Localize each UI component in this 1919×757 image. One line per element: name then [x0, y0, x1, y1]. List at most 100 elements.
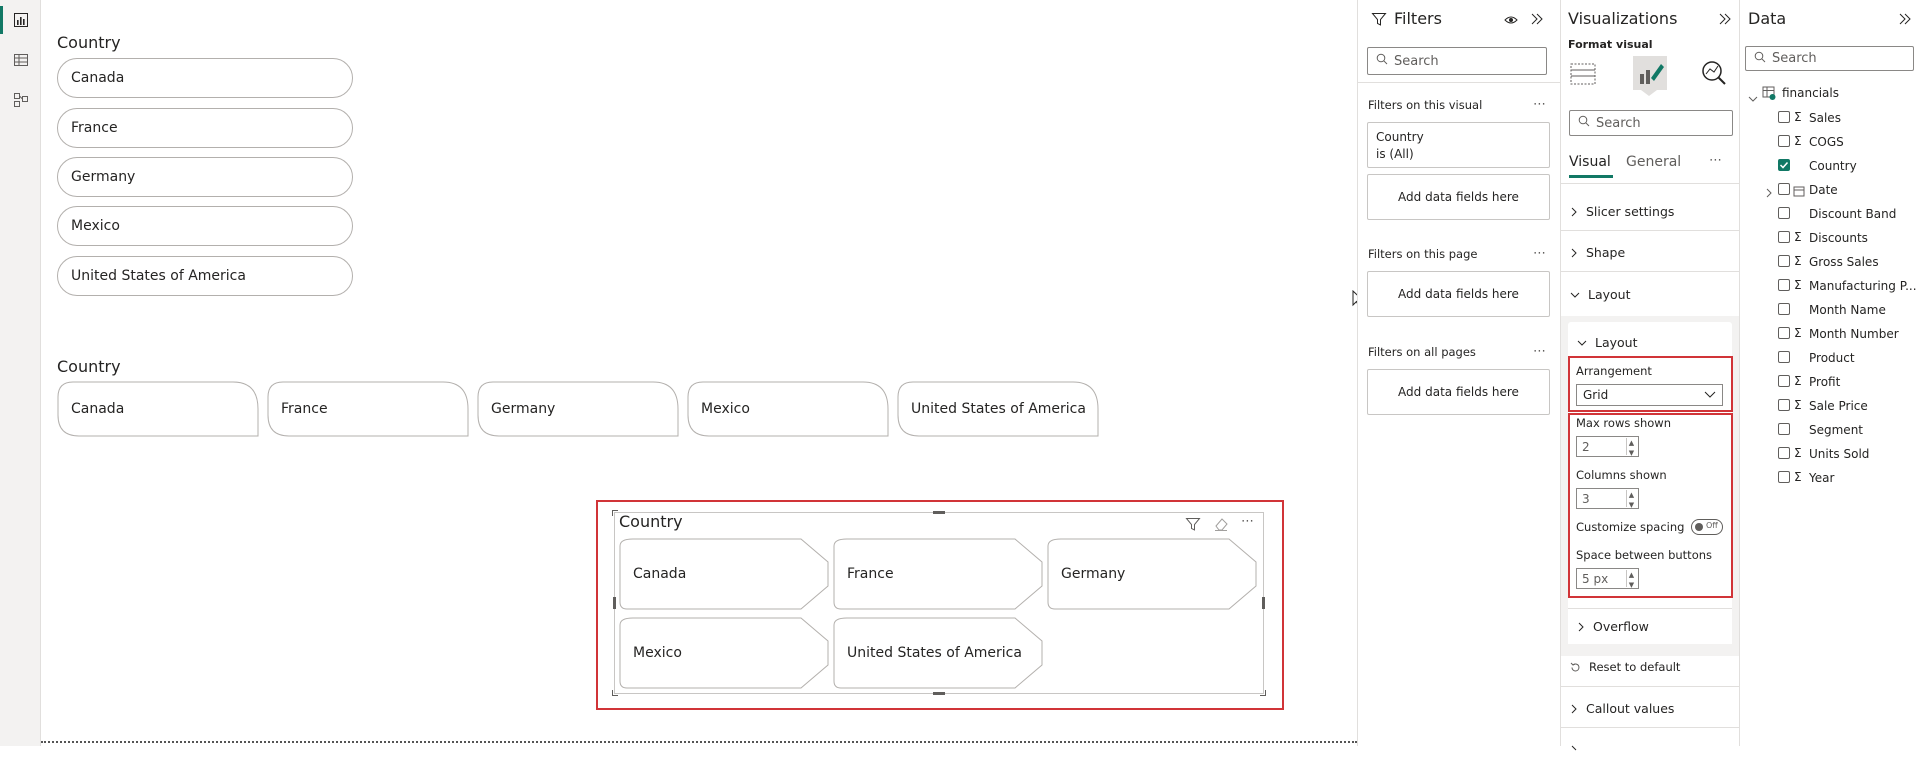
field-name[interactable]: Profit [1809, 375, 1840, 389]
slicer-button[interactable]: France [57, 108, 353, 148]
section-slicer-settings[interactable]: Slicer settings [1570, 204, 1674, 219]
field-name[interactable]: Month Number [1809, 327, 1899, 341]
more-options-icon[interactable]: ⋯ [1533, 97, 1547, 112]
collapse-pane-icon[interactable] [1898, 11, 1912, 30]
slicer-button[interactable]: Canada [57, 381, 259, 437]
max-rows-stepper[interactable]: 2 ▲ ▼ [1576, 436, 1639, 457]
field-checkbox[interactable] [1778, 111, 1790, 123]
tab-visual[interactable]: Visual [1569, 154, 1611, 170]
filters-search-input[interactable]: Search [1367, 47, 1547, 75]
slicer-button[interactable]: Mexico [57, 206, 353, 246]
arrangement-dropdown[interactable]: Grid [1576, 384, 1723, 406]
slicer-button[interactable]: Mexico [619, 617, 829, 689]
slicer-button[interactable]: Mexico [687, 381, 889, 437]
field-checkbox[interactable] [1778, 207, 1790, 219]
format-visual-icon[interactable] [1633, 56, 1667, 90]
model-view-icon[interactable] [0, 82, 41, 118]
columns-shown-stepper[interactable]: 3 ▲ ▼ [1576, 488, 1639, 509]
more-options-icon[interactable]: ⋯ [1533, 246, 1547, 261]
add-data-fields-well[interactable]: Add data fields here [1367, 271, 1550, 317]
resize-handle[interactable] [933, 692, 945, 695]
more-options-icon[interactable]: ⋯ [1533, 344, 1547, 359]
tab-general[interactable]: General [1626, 154, 1681, 170]
section-callout-values[interactable]: Callout values [1570, 701, 1674, 716]
space-between-stepper[interactable]: 5 px ▲ ▼ [1576, 568, 1639, 589]
chevron-right-icon[interactable] [1765, 183, 1773, 202]
stepper-arrows-icon[interactable]: ▲ ▼ [1626, 438, 1636, 457]
more-options-icon[interactable]: ⋯ [1241, 514, 1255, 529]
field-name[interactable]: Discounts [1809, 231, 1868, 245]
field-checkbox[interactable] [1778, 423, 1790, 435]
field-name[interactable]: Country [1809, 159, 1857, 173]
field-checkbox[interactable] [1778, 279, 1790, 291]
field-checkbox[interactable] [1778, 183, 1790, 195]
slicer-button[interactable]: Germany [1047, 538, 1257, 610]
report-view-icon[interactable] [0, 2, 41, 38]
field-name[interactable]: Year [1809, 471, 1834, 485]
field-checkbox[interactable] [1778, 255, 1790, 267]
field-name[interactable]: Gross Sales [1809, 255, 1879, 269]
field-name[interactable]: Manufacturing P... [1809, 279, 1917, 293]
field-checkbox[interactable] [1778, 231, 1790, 243]
slicer-button[interactable]: United States of America [833, 617, 1043, 689]
slicer-button[interactable]: Canada [619, 538, 829, 610]
resize-handle[interactable] [933, 511, 945, 514]
resize-handle[interactable] [612, 690, 618, 696]
analytics-icon[interactable] [1701, 60, 1727, 90]
field-name[interactable]: Sale Price [1809, 399, 1868, 413]
section-label: Layout [1588, 287, 1631, 302]
field-name[interactable]: Segment [1809, 423, 1863, 437]
section-overflow[interactable]: Overflow [1577, 619, 1649, 634]
add-data-fields-well[interactable]: Add data fields here [1367, 369, 1550, 415]
add-data-fields-well[interactable]: Add data fields here [1367, 174, 1550, 220]
field-checkbox[interactable] [1778, 303, 1790, 315]
field-checkbox[interactable] [1778, 135, 1790, 147]
collapse-pane-icon[interactable] [1530, 11, 1544, 30]
visual-filter-card[interactable]: Country is (All) [1367, 122, 1550, 168]
slicer-button[interactable]: Germany [57, 157, 353, 197]
field-name[interactable]: Date [1809, 183, 1838, 197]
field-name[interactable]: Sales [1809, 111, 1841, 125]
stepper-arrows-icon[interactable]: ▲ ▼ [1626, 570, 1636, 589]
data-search-input[interactable]: Search [1745, 46, 1914, 71]
viz-search-input[interactable]: Search [1569, 110, 1733, 136]
eye-icon[interactable] [1504, 12, 1518, 31]
section-layout[interactable]: Layout [1570, 287, 1631, 302]
filter-icon[interactable] [1185, 516, 1201, 536]
more-options-icon[interactable]: ⋯ [1709, 153, 1723, 168]
table-view-icon[interactable] [0, 42, 41, 78]
subsection-layout[interactable]: Layout [1577, 335, 1638, 350]
slicer-button[interactable]: Germany [477, 381, 679, 437]
resize-handle[interactable] [612, 510, 618, 516]
field-checkbox[interactable] [1778, 375, 1790, 387]
field-checkbox[interactable] [1778, 471, 1790, 483]
eraser-icon[interactable] [1213, 516, 1229, 536]
resize-handle[interactable] [613, 597, 616, 609]
field-name[interactable]: Units Sold [1809, 447, 1869, 461]
field-name[interactable]: Discount Band [1809, 207, 1896, 221]
field-checkbox[interactable] [1778, 399, 1790, 411]
field-checkbox[interactable] [1778, 327, 1790, 339]
slicer-button[interactable]: France [267, 381, 469, 437]
table-name[interactable]: financials [1782, 86, 1839, 100]
field-name[interactable]: COGS [1809, 135, 1844, 149]
field-name[interactable]: Product [1809, 351, 1855, 365]
stepper-arrows-icon[interactable]: ▲ ▼ [1626, 490, 1636, 509]
slicer-button[interactable]: France [833, 538, 1043, 610]
chevron-down-icon[interactable] [1748, 88, 1758, 107]
slicer-button[interactable]: United States of America [897, 381, 1099, 437]
resize-handle[interactable] [1260, 690, 1266, 696]
field-checkbox[interactable] [1778, 351, 1790, 363]
slicer-button[interactable]: United States of America [57, 256, 353, 296]
resize-handle[interactable] [1262, 597, 1265, 609]
slicer-button[interactable]: Canada [57, 58, 353, 98]
build-visual-icon[interactable] [1570, 62, 1596, 90]
collapse-pane-icon[interactable] [1718, 11, 1732, 30]
next-section-chevron-icon[interactable] [1570, 738, 1578, 757]
field-name[interactable]: Month Name [1809, 303, 1886, 317]
field-checkbox-checked[interactable] [1778, 159, 1790, 171]
section-shape[interactable]: Shape [1570, 245, 1625, 260]
customize-spacing-toggle[interactable]: Off [1691, 519, 1723, 535]
reset-to-default-button[interactable]: Reset to default [1570, 660, 1680, 674]
field-checkbox[interactable] [1778, 447, 1790, 459]
